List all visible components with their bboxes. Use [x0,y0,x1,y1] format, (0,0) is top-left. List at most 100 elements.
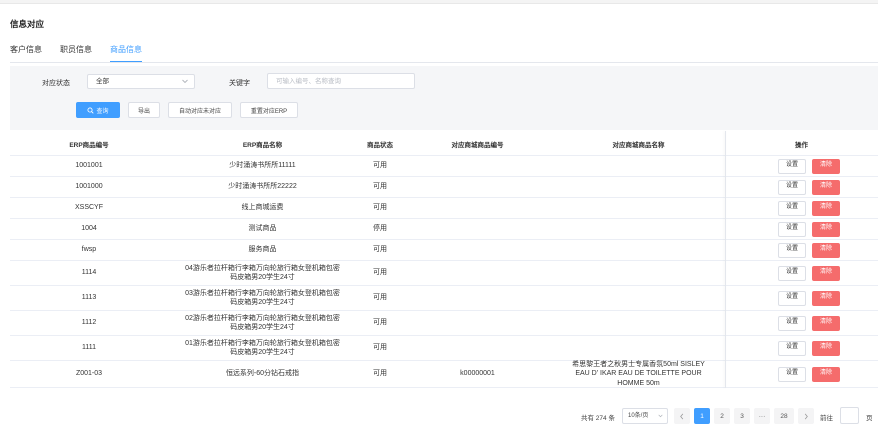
set-button[interactable]: 设置 [778,242,806,258]
cell-erp-name: 02游乐者拉杆箱行李箱万向轮旅行箱女登机箱包密码皮箱男20学生24寸 [185,314,340,332]
set-button[interactable]: 设置 [778,200,806,216]
cell-erp-name: 01游乐者拉杆箱行李箱万向轮旅行箱女登机箱包密码皮箱男20学生24寸 [185,339,340,357]
clear-button[interactable]: 清除 [812,200,840,216]
set-button[interactable]: 设置 [778,221,806,237]
cell-mall-name [552,240,725,260]
chevron-down-icon [658,414,663,418]
clear-button[interactable]: 清除 [812,315,840,331]
cell-status: 可用 [373,269,387,277]
cell-mall-code [403,240,552,260]
fixed-column-divider [725,198,726,219]
cell-actions: 设置 清除 [725,198,878,218]
cell-mall-name [552,177,725,197]
cell-status: 可用 [373,246,387,254]
table-row: 1001001 少时涌涛书所所11111 可用 设置 清除 [10,156,878,177]
clear-button[interactable]: 清除 [812,242,840,258]
clear-button[interactable]: 清除 [812,340,840,356]
cell-erp-name: 03游乐者拉杆箱行李箱万向轮旅行箱女登机箱包密码皮箱男20学生24寸 [185,289,340,307]
page-title: 信息对应 [10,19,45,29]
tab-employee-info[interactable]: 职员信息 [60,45,92,63]
status-select[interactable]: 全部 [87,74,195,89]
chevron-left-icon [680,413,684,419]
table-row: Z001-03 恒远系列-60分钻石戒指 可用 k00000001 希思黎王者之秋男士专… [10,361,878,388]
tab-customer-info[interactable]: 客户信息 [10,45,42,63]
cell-mall-code [403,156,552,176]
fixed-column-divider [725,219,726,240]
table-header: ERP商品编号 ERP商品名称 商品状态 对应商城商品编号 对应商城商品名称 操… [10,131,878,156]
fixed-column-divider [725,311,726,336]
prev-page-button[interactable] [674,408,690,424]
cell-erp-code: 1111 [81,344,96,352]
set-button[interactable]: 设置 [778,366,806,382]
keyword-label: 关键字 [229,80,250,87]
set-button[interactable]: 设置 [778,340,806,356]
set-button[interactable]: 设置 [778,265,806,281]
cell-status: 可用 [373,294,387,302]
set-button[interactable]: 设置 [778,315,806,331]
cell-actions: 设置 清除 [725,261,878,285]
cell-mall-code: k00000001 [460,370,495,378]
col-erp-code: ERP商品编号 [69,141,109,149]
clear-button[interactable]: 清除 [812,290,840,306]
set-button[interactable]: 设置 [778,158,806,174]
cell-mall-name [552,219,725,239]
cell-status: 可用 [373,204,387,212]
reset-erp-button[interactable]: 重置对应ERP [240,102,298,118]
table-row: 1001000 少时涌涛书所所22222 可用 设置 清除 [10,177,878,198]
cell-status: 停用 [373,225,387,233]
cell-mall-code [403,177,552,197]
auto-match-button[interactable]: 自动对应未对应 [168,102,232,118]
search-icon [87,106,95,114]
col-mall-code: 对应商城商品编号 [451,141,504,149]
goto-page-input[interactable] [840,407,859,424]
col-erp-name: ERP商品名称 [242,141,283,149]
page-suffix: 页 [866,415,873,422]
cell-erp-name: 服务商品 [248,246,277,254]
page-button-1[interactable]: 1 [694,408,710,424]
col-mall-name: 对应商城商品名称 [612,141,665,149]
tab-product-info[interactable]: 商品信息 [110,45,142,63]
cell-mall-name [552,198,725,218]
page-button-2[interactable]: 2 [714,408,730,424]
page-size-select[interactable]: 10条/页 [622,408,668,424]
keyword-input[interactable] [267,73,415,89]
fixed-column-divider [725,131,726,156]
cell-status: 可用 [373,319,387,327]
fixed-column-divider [725,286,726,311]
table-row: XSSCYF 线上商城运费 可用 设置 清除 [10,198,878,219]
filter-panel: 对应状态 全部 关键字 查询 导出 自动对应未对应 重置对应ERP [10,66,878,130]
cell-erp-name: 少时涌涛书所所11111 [229,162,296,170]
cell-erp-code: 1001000 [75,183,103,191]
table-row: 1114 04游乐者拉杆箱行李箱万向轮旅行箱女登机箱包密码皮箱男20学生24寸 可用… [10,261,878,286]
page-button-28[interactable]: 28 [774,408,794,424]
cell-erp-code: 1001001 [75,162,103,170]
cell-mall-code [403,311,552,335]
fixed-column-divider [725,156,726,177]
table-row: 1113 03游乐者拉杆箱行李箱万向轮旅行箱女登机箱包密码皮箱男20学生24寸 可用… [10,286,878,311]
cell-erp-name: 恒远系列-60分钻石戒指 [225,370,300,378]
table-body: 1001001 少时涌涛书所所11111 可用 设置 清除 1001000 少时涌涛书所所2… [10,156,878,388]
clear-button[interactable]: 清除 [812,179,840,195]
col-actions: 操作 [795,141,808,149]
tab-bar: 客户信息 职员信息 商品信息 [10,45,160,63]
search-button[interactable]: 查询 [76,102,120,118]
cell-erp-name: 线上商城运费 [241,204,284,212]
cell-status: 可用 [373,183,387,191]
clear-button[interactable]: 清除 [812,265,840,281]
page-ellipsis[interactable]: ··· [754,408,770,424]
next-page-button[interactable] [798,408,814,424]
clear-button[interactable]: 清除 [812,221,840,237]
set-button[interactable]: 设置 [778,290,806,306]
cell-mall-name [552,261,725,285]
cell-mall-name [552,311,725,335]
cell-actions: 设置 清除 [725,311,878,335]
top-bar [0,0,878,4]
cell-erp-name: 04游乐者拉杆箱行李箱万向轮旅行箱女登机箱包密码皮箱男20学生24寸 [185,264,340,282]
set-button[interactable]: 设置 [778,179,806,195]
export-button[interactable]: 导出 [128,102,160,118]
cell-erp-code: 1113 [81,294,97,302]
chevron-right-icon [804,413,808,419]
page-button-3[interactable]: 3 [734,408,750,424]
clear-button[interactable]: 清除 [812,158,840,174]
clear-button[interactable]: 清除 [812,366,840,382]
